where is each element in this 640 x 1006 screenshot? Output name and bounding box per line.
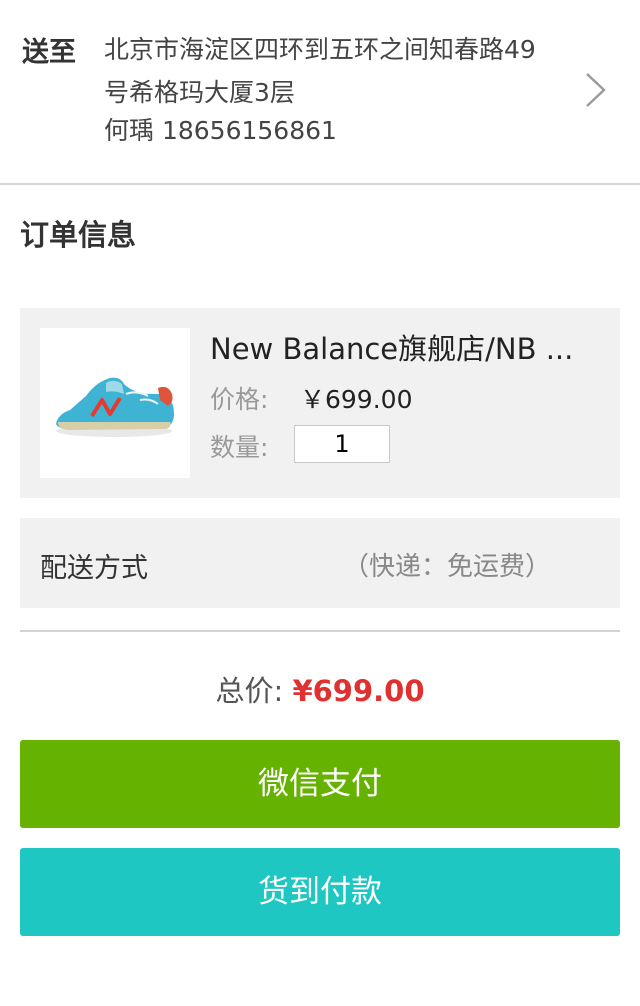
total-value: ¥699.00: [292, 674, 425, 708]
cash-on-delivery-button[interactable]: 货到付款: [20, 848, 620, 936]
total-price: 总价: ¥699.00: [0, 668, 640, 710]
checkout-page: 送至 北京市海淀区四环到五环之间知春路49号希格玛大厦3层 何瑀 1865615…: [0, 0, 640, 1006]
price-label: 价格:: [210, 385, 269, 414]
shipping-address[interactable]: 送至 北京市海淀区四环到五环之间知春路49号希格玛大厦3层 何瑀 1865615…: [0, 0, 640, 185]
quantity-input[interactable]: 1: [294, 425, 390, 463]
quantity-label: 数量:: [210, 433, 269, 462]
product-image: [40, 328, 190, 478]
delivery-label: 配送方式: [40, 553, 148, 584]
sneaker-icon: [56, 377, 174, 437]
divider: [20, 630, 620, 632]
total-label: 总价:: [215, 674, 284, 708]
chevron-right-icon[interactable]: [580, 70, 610, 110]
price-value: ￥699.00: [300, 385, 413, 414]
delivery-method[interactable]: 配送方式 （快递：免运费）: [20, 518, 620, 608]
address-label: 送至: [22, 37, 76, 68]
address-line: 北京市海淀区四环到五环之间知春路49号希格玛大厦3层: [104, 35, 536, 107]
wechat-pay-button[interactable]: 微信支付: [20, 740, 620, 828]
product-card[interactable]: New Balance旗舰店/NB ... 价格: ￥699.00 数量: 1: [20, 308, 620, 498]
address-contact: 何瑀 18656156861: [104, 116, 337, 145]
order-info-title: 订单信息: [20, 218, 137, 252]
product-name[interactable]: New Balance旗舰店/NB ...: [210, 326, 600, 368]
delivery-value: （快递：免运费）: [343, 552, 552, 582]
